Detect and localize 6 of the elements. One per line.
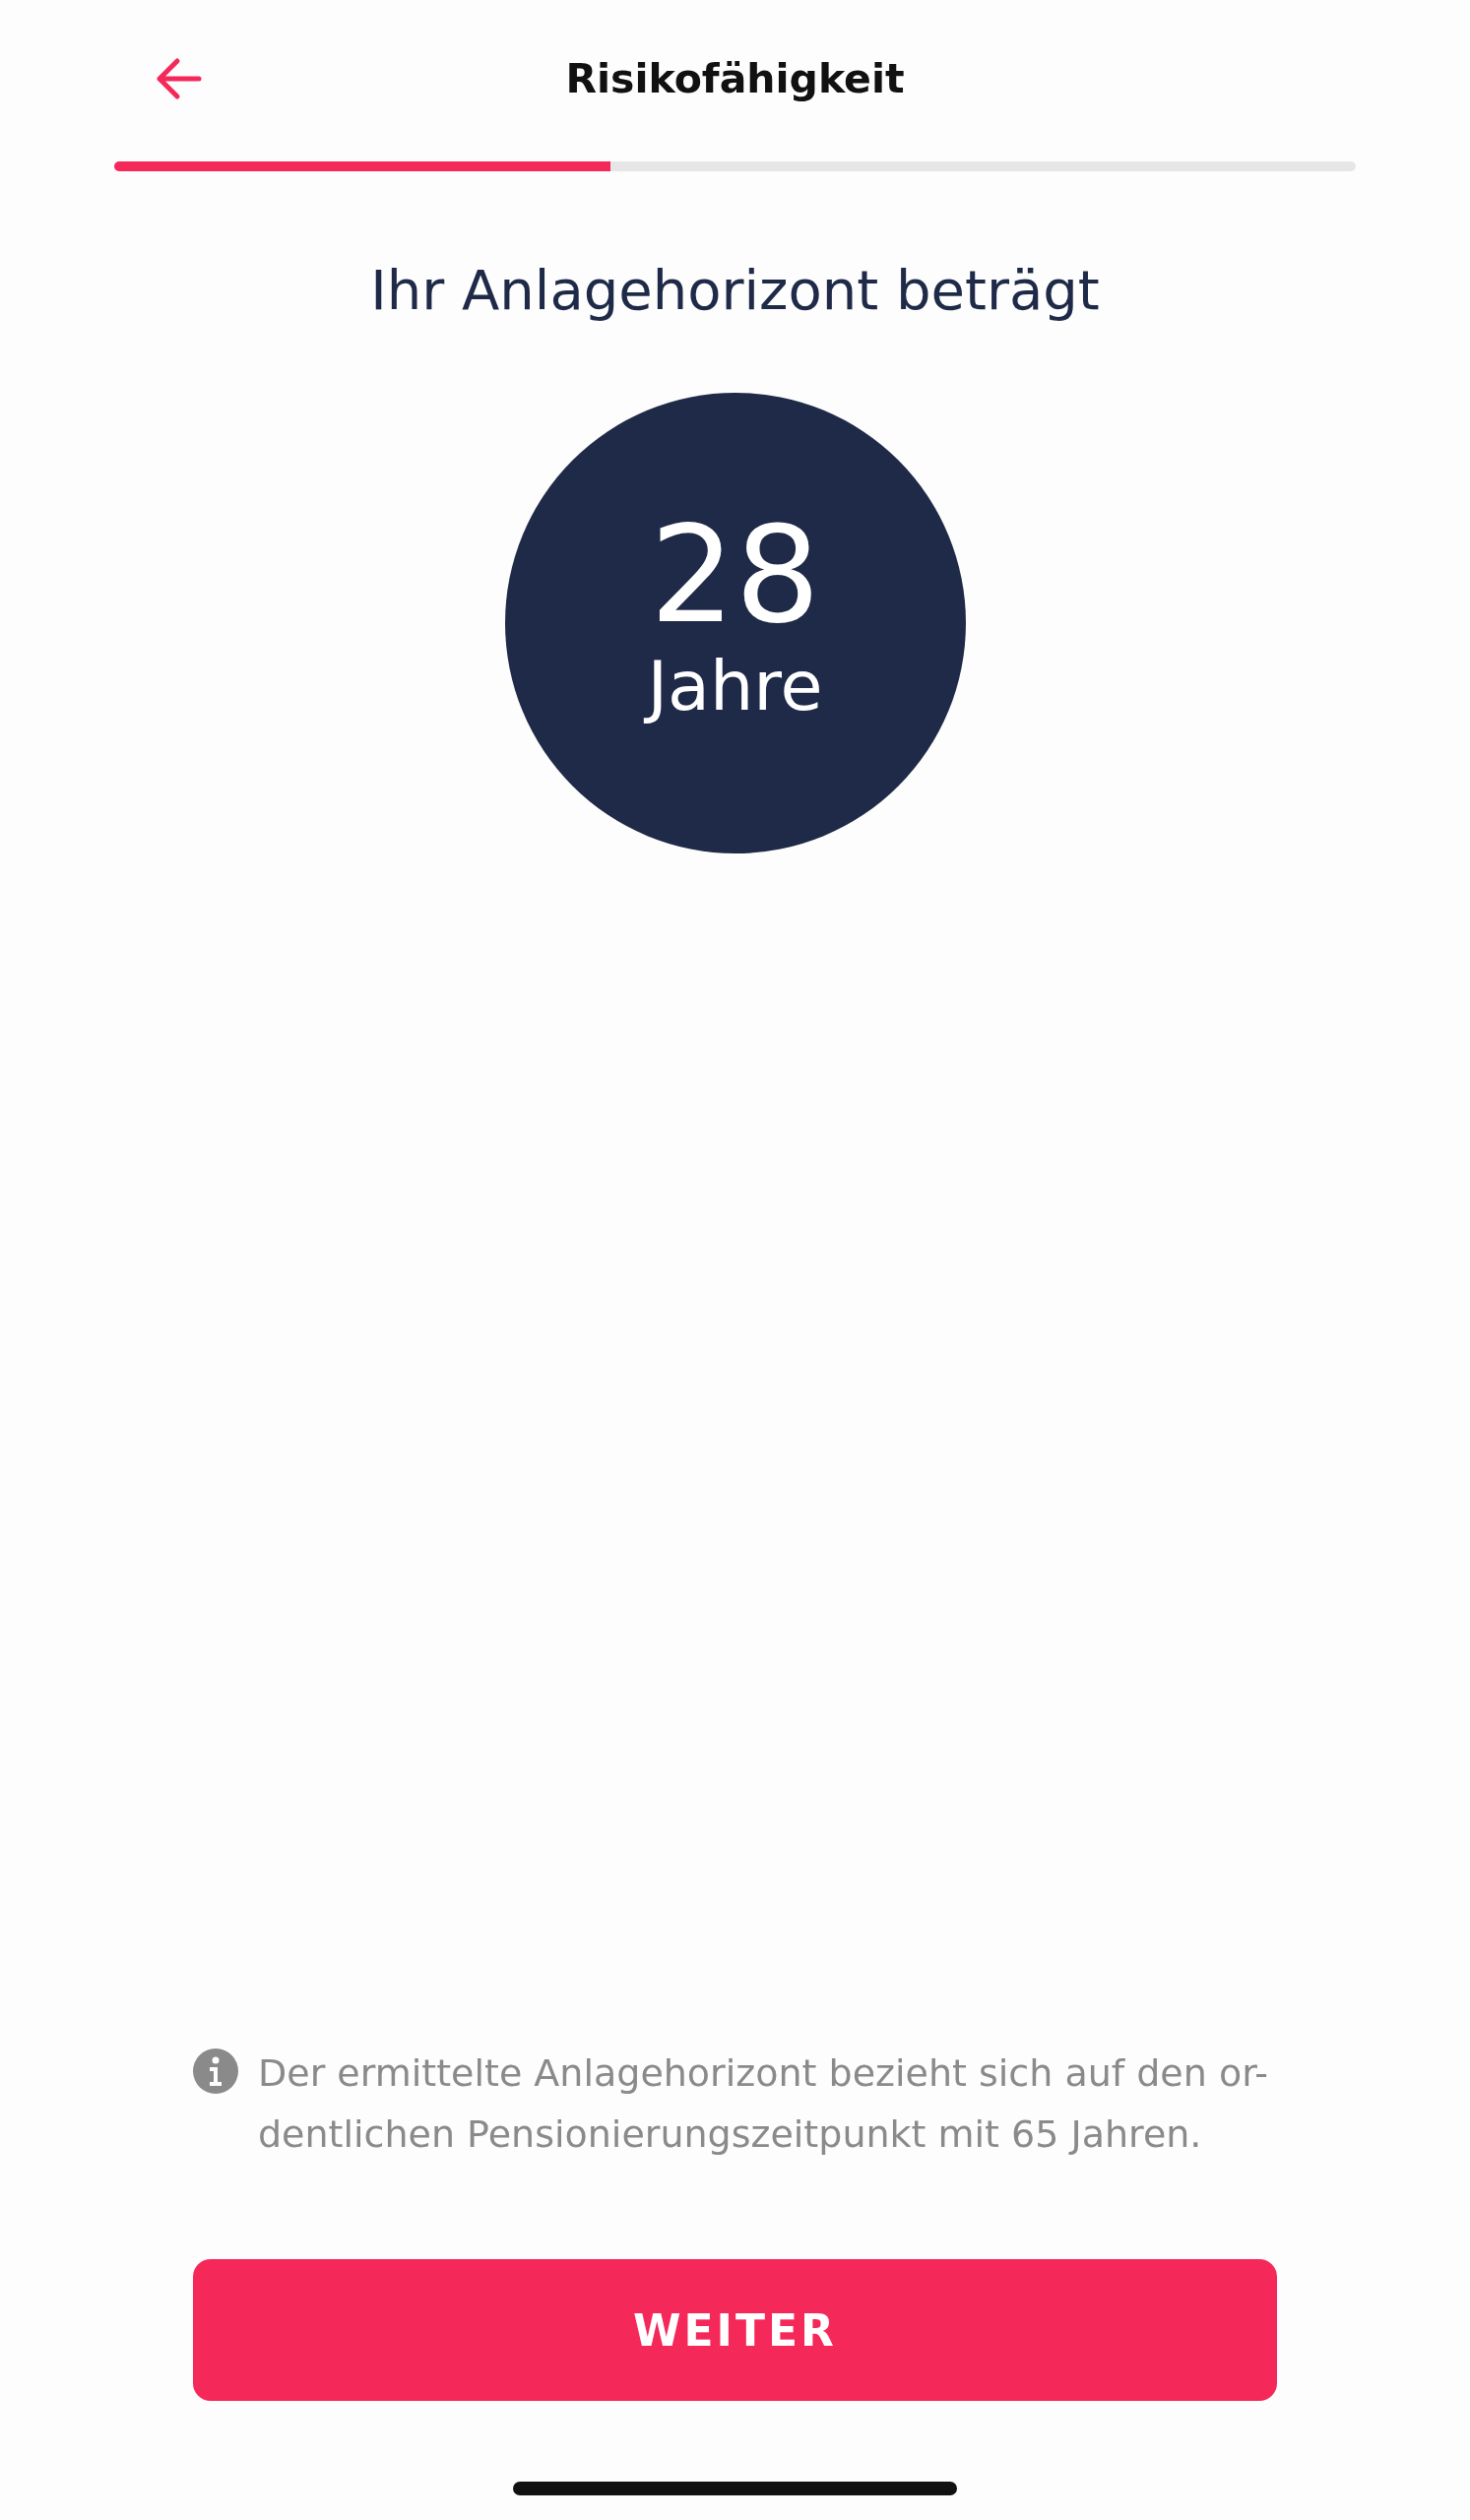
info-text: Der ermittelte Anlagehorizont bezieht sich auf den or- dentlichen Pensionierungszeitpunkt mit 65 Jahren.: [258, 2050, 1269, 2158]
info-icon: [193, 2048, 238, 2094]
years-value: 28: [649, 501, 821, 650]
continue-button[interactable]: WEITER: [193, 2259, 1277, 2401]
result-heading: Ihr Anlagehorizont beträgt: [370, 258, 1100, 322]
screen-title: Risikofähigkeit: [565, 55, 905, 102]
